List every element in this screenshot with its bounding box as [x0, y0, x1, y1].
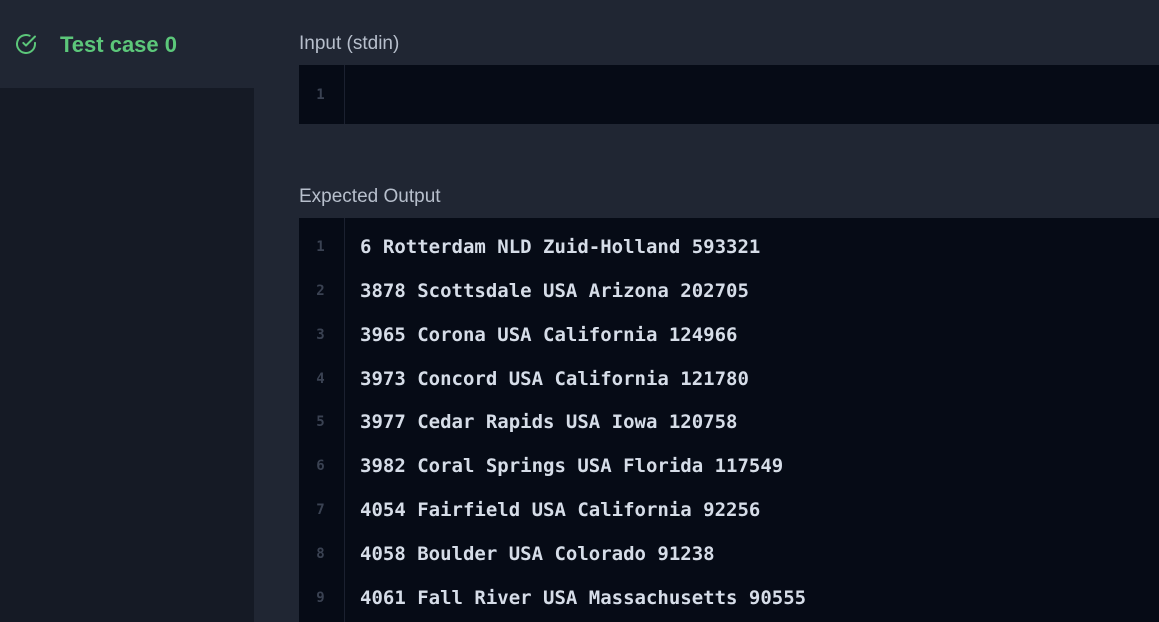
sidebar: Test case 0 [0, 0, 254, 622]
input-editor[interactable]: 1 [299, 65, 1159, 124]
line-number: 6 [316, 458, 325, 474]
code-line: 8 4058 Boulder USA Colorado 91238 [299, 532, 1159, 576]
sidebar-item-label: Test case 0 [60, 32, 178, 57]
line-text: 3878 Scottsdale USA Arizona 202705 [360, 280, 749, 302]
line-text: 3982 Coral Springs USA Florida 117549 [360, 455, 784, 477]
code-line: 5 3977 Cedar Rapids USA Iowa 120758 [299, 400, 1159, 444]
line-text: 4061 Fall River USA Massachusetts 90555 [360, 587, 807, 609]
line-number: 3 [316, 327, 325, 343]
code-line: 1 [299, 73, 1159, 117]
line-number: 1 [316, 87, 325, 103]
line-text: 3977 Cedar Rapids USA Iowa 120758 [360, 411, 738, 433]
code-line: 1 6 Rotterdam NLD Zuid-Holland 593321 [299, 225, 1159, 269]
code-line: 9 4061 Fall River USA Massachusetts 9055… [299, 576, 1159, 620]
line-number: 1 [316, 239, 325, 255]
check-circle-icon [14, 32, 38, 56]
main-panel: Input (stdin) 1 Expected Output 1 6 Rott… [254, 0, 1159, 622]
expected-output-label: Expected Output [299, 186, 441, 207]
line-text: 3965 Corona USA California 124966 [360, 324, 738, 346]
code-line: 3 3965 Corona USA California 124966 [299, 313, 1159, 357]
expected-output-editor[interactable]: 1 6 Rotterdam NLD Zuid-Holland 593321 2 … [299, 218, 1159, 622]
code-line: 2 3878 Scottsdale USA Arizona 202705 [299, 269, 1159, 313]
line-text: 4058 Boulder USA Colorado 91238 [360, 543, 715, 565]
line-number: 7 [316, 502, 325, 518]
line-text: 4054 Fairfield USA California 92256 [360, 499, 761, 521]
code-line: 4 3973 Concord USA California 121780 [299, 357, 1159, 401]
line-text: 6 Rotterdam NLD Zuid-Holland 593321 [360, 236, 761, 258]
code-line: 6 3982 Coral Springs USA Florida 117549 [299, 444, 1159, 488]
line-number: 8 [316, 546, 325, 562]
code-line: 7 4054 Fairfield USA California 92256 [299, 488, 1159, 532]
line-number: 9 [316, 590, 325, 606]
line-number: 5 [316, 414, 325, 430]
line-number: 4 [316, 371, 325, 387]
line-number: 2 [316, 283, 325, 299]
line-text: 3973 Concord USA California 121780 [360, 368, 749, 390]
input-label: Input (stdin) [299, 33, 400, 54]
test-case-viewer: Test case 0 Input (stdin) 1 Expected Out… [0, 0, 1159, 622]
sidebar-item-test-case-0[interactable]: Test case 0 [0, 0, 254, 88]
